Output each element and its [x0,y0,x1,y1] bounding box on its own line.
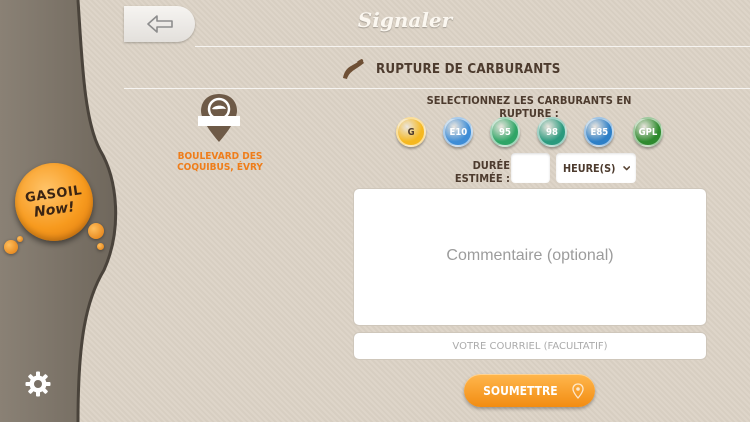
fuel-button-label: G [407,126,415,138]
logo-drop [97,243,104,250]
fuel-button-gpl[interactable]: GPL [633,117,663,147]
divider [195,46,750,47]
section-title: RUPTURE DE CARBURANTS [376,61,561,77]
submit-button[interactable]: SOUMETTRE [464,374,595,407]
fuel-button-95[interactable]: 95 [490,117,520,147]
fuel-button-label: GPL [638,126,658,138]
station-pin-icon [198,92,240,144]
arrow-left-icon [146,15,173,33]
fuel-button-label: E85 [590,126,608,138]
station-address: BOULEVARD DES COQUIBUS, ÉVRY [177,151,263,173]
divider [124,88,750,89]
email-field[interactable] [353,332,707,360]
chevron-down-icon [622,165,630,171]
fuel-button-label: E10 [449,126,467,138]
location-pin-icon [572,383,584,399]
logo-drop [88,223,104,239]
page-title: Signaler [357,8,453,32]
fuel-button-g[interactable]: G [396,117,426,147]
logo-drop [4,240,18,254]
duration-unit-value: HEURE(S) [563,161,616,175]
sidebar: GASOIL Now! [0,0,118,422]
logo-drop [17,236,23,242]
submit-button-label: SOUMETTRE [483,383,558,398]
settings-button[interactable] [22,368,54,400]
gear-icon [25,371,51,397]
duration-unit-select[interactable]: HEURE(S) [556,153,636,183]
section-header: RUPTURE DE CARBURANTS [340,56,577,82]
fuel-buttons: G E10 95 98 E85 GPL [396,117,666,147]
duration-input[interactable] [511,153,550,183]
fuel-button-e85[interactable]: E85 [584,117,614,147]
fuel-button-label: 95 [499,126,511,138]
fuel-button-e10[interactable]: E10 [443,117,473,147]
comment-field[interactable] [353,188,707,326]
fuel-nozzle-icon [343,58,364,79]
duration-label: DURÉE ESTIMÉE : [454,159,510,185]
fuel-button-98[interactable]: 98 [537,117,567,147]
back-button[interactable] [124,6,195,42]
gasoil-now-logo: GASOIL Now! [15,163,93,241]
fuel-button-label: 98 [546,126,558,138]
